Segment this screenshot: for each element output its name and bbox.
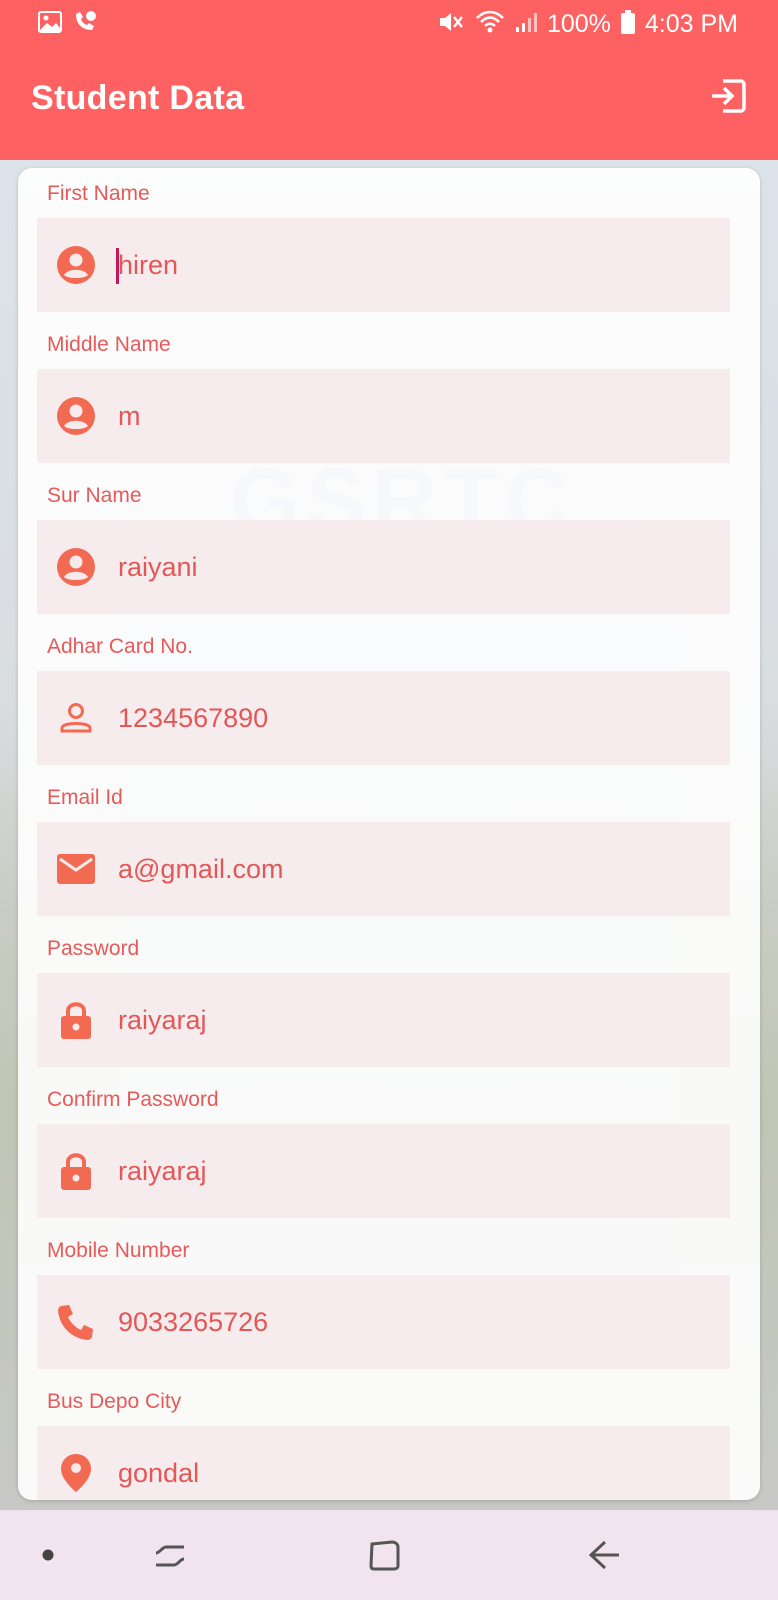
back-button[interactable] (575, 1510, 635, 1600)
middle-name-input[interactable]: m (37, 369, 730, 463)
recent-apps-icon (155, 1545, 185, 1567)
first-name-text: hiren (118, 249, 179, 280)
middle-name-label: Middle Name (47, 333, 171, 356)
account-circle-icon (56, 396, 96, 436)
wifi-icon (475, 10, 505, 39)
navigation-bar (0, 1510, 778, 1600)
adhar-card-input[interactable]: 1234567890 (37, 671, 730, 765)
status-bar: 100% 4:03 PM (0, 0, 778, 48)
bus-depo-city-value: gondal (118, 1457, 200, 1488)
nav-dot-button[interactable] (28, 1510, 68, 1600)
email-value: a@gmail.com (118, 853, 284, 884)
first-name-value: hiren (116, 247, 179, 284)
password-value: raiyaraj (118, 1004, 207, 1035)
gallery-notification-icon (38, 10, 62, 38)
first-name-label: First Name (47, 182, 150, 205)
phone-icon (56, 1302, 96, 1342)
text-cursor (116, 247, 119, 284)
mute-icon (437, 10, 465, 39)
person-outline-icon (56, 698, 96, 738)
adhar-card-label: Adhar Card No. (47, 635, 193, 658)
app-bar: Student Data (0, 48, 778, 160)
clock: 4:03 PM (644, 9, 738, 38)
first-name-input[interactable]: hiren (37, 218, 730, 312)
student-form-card: First Name hiren Middle Name m Sur Name … (18, 168, 760, 1500)
exit-to-app-icon (709, 77, 747, 120)
wifi-call-notification-icon (72, 10, 98, 39)
signal-icon (515, 11, 537, 38)
account-circle-icon (56, 547, 96, 587)
bus-depo-city-input[interactable]: gondal (37, 1426, 730, 1500)
recent-apps-button[interactable] (140, 1510, 200, 1600)
email-label: Email Id (47, 786, 123, 809)
confirm-password-label: Confirm Password (47, 1088, 219, 1111)
back-arrow-icon (588, 1540, 619, 1570)
sur-name-input[interactable]: raiyani (37, 520, 730, 614)
mobile-number-input[interactable]: 9033265726 (37, 1275, 730, 1369)
password-label: Password (47, 937, 140, 960)
status-left (38, 10, 98, 39)
email-icon (56, 849, 96, 889)
middle-name-value: m (118, 400, 141, 431)
email-input[interactable]: a@gmail.com (37, 822, 730, 916)
adhar-card-value: 1234567890 (118, 702, 269, 733)
password-input[interactable]: raiyaraj (37, 973, 730, 1067)
mobile-number-value: 9033265726 (118, 1306, 269, 1337)
logout-button[interactable] (708, 78, 748, 118)
sur-name-label: Sur Name (47, 484, 142, 507)
lock-icon (56, 1000, 96, 1040)
home-icon (369, 1540, 400, 1571)
dot-icon (42, 1549, 54, 1561)
account-circle-icon (56, 245, 96, 285)
lock-icon (56, 1151, 96, 1191)
page-title: Student Data (31, 78, 245, 117)
mobile-number-label: Mobile Number (47, 1239, 190, 1262)
sur-name-value: raiyani (118, 551, 198, 582)
confirm-password-input[interactable]: raiyaraj (37, 1124, 730, 1218)
battery-icon (620, 9, 635, 39)
bus-depo-city-label: Bus Depo City (47, 1390, 182, 1413)
battery-percentage: 100% (546, 9, 611, 38)
location-pin-icon (56, 1453, 96, 1493)
confirm-password-value: raiyaraj (118, 1155, 207, 1186)
status-right: 100% 4:03 PM (437, 9, 738, 39)
home-button[interactable] (355, 1510, 415, 1600)
